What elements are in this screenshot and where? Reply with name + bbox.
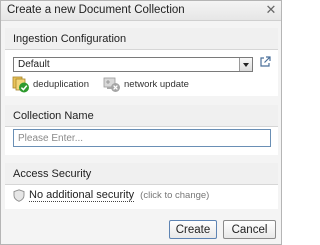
ingestion-configuration-section: Ingestion Configuration Default deduplic… (5, 28, 278, 96)
dialog-title: Create a new Document Collection (7, 4, 185, 16)
external-link-icon[interactable] (259, 56, 271, 68)
create-button[interactable]: Create (169, 220, 217, 239)
access-security-row: No additional security (click to change) (13, 187, 209, 203)
shield-icon (13, 188, 25, 202)
document-collection-dialog: Create a new Document Collection ✕ Inges… (0, 0, 282, 245)
deduplication-feature: deduplication (12, 75, 89, 93)
ingestion-configuration-heading: Ingestion Configuration (5, 28, 278, 50)
collection-name-heading: Collection Name (5, 105, 278, 127)
access-security-link[interactable]: No additional security (29, 189, 135, 202)
access-security-heading: Access Security (5, 163, 278, 185)
collection-name-section: Collection Name (5, 105, 278, 155)
ingestion-configuration-select[interactable]: Default (13, 57, 253, 72)
chevron-down-icon[interactable] (239, 58, 252, 71)
deduplication-label: deduplication (33, 78, 89, 90)
deduplication-check-icon (12, 76, 29, 92)
collection-name-input[interactable] (13, 129, 271, 147)
access-security-hint[interactable]: (click to change) (140, 190, 209, 201)
dialog-titlebar: Create a new Document Collection ✕ (1, 1, 281, 21)
network-update-label: network update (124, 78, 189, 90)
ingestion-configuration-value: Default (18, 59, 50, 70)
cancel-button[interactable]: Cancel (223, 220, 276, 239)
network-update-feature: network update (103, 75, 189, 93)
network-update-disabled-icon (103, 77, 120, 92)
close-icon[interactable]: ✕ (264, 3, 278, 17)
access-security-section: Access Security No additional security (… (5, 163, 278, 209)
